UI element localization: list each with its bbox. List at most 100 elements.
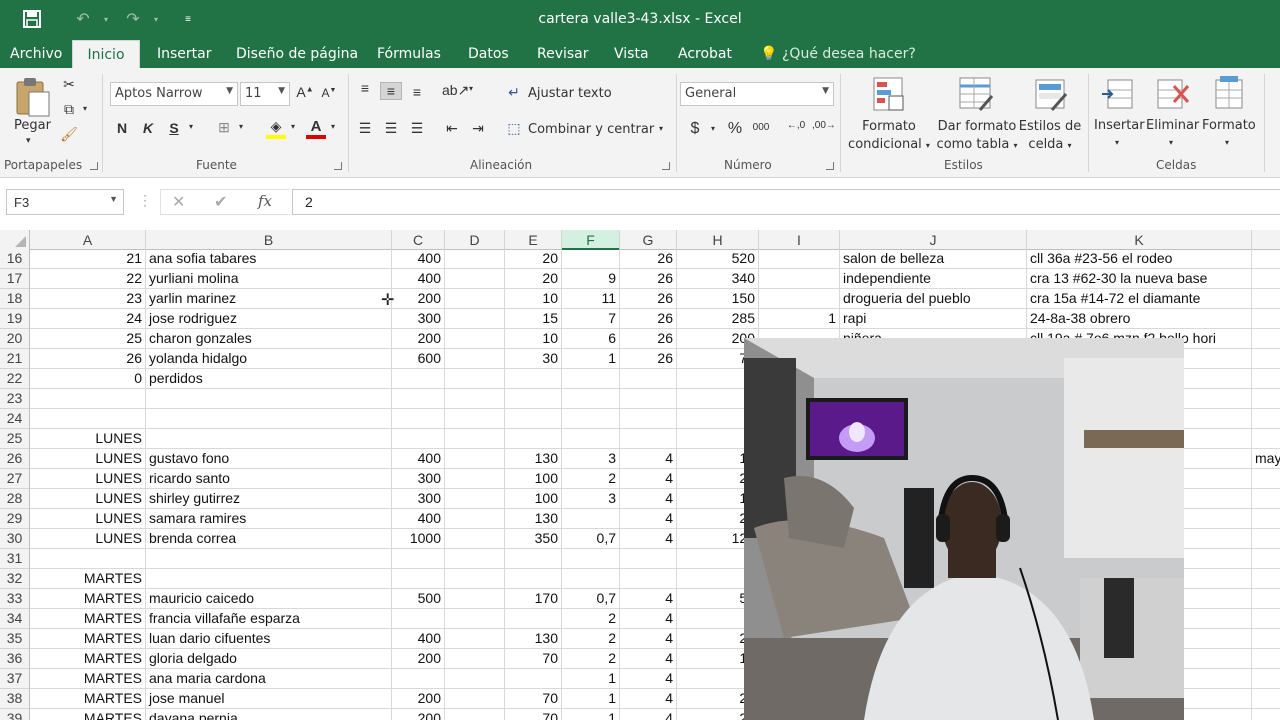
cell-e36[interactable]: 70 [505, 649, 562, 669]
cell-a25[interactable]: LUNES [30, 429, 146, 449]
row-header[interactable]: 31 [0, 549, 30, 569]
cell-i17[interactable] [759, 269, 840, 289]
cell-j17[interactable]: independiente [840, 269, 1027, 289]
column-header-j[interactable]: J [840, 230, 1027, 250]
cell-c22[interactable] [392, 369, 445, 389]
cell-d26[interactable] [445, 449, 505, 469]
cell-f26[interactable]: 3 [562, 449, 620, 469]
cell-c21[interactable]: 600 [392, 349, 445, 369]
cell-d37[interactable] [445, 669, 505, 689]
row-header[interactable]: 25 [0, 429, 30, 449]
row-header[interactable]: 34 [0, 609, 30, 629]
cell-c30[interactable]: 1000 [392, 529, 445, 549]
cell-g34[interactable]: 4 [620, 609, 677, 629]
cell-i16[interactable] [759, 249, 840, 269]
cell-a19[interactable]: 24 [30, 309, 146, 329]
cell-b28[interactable]: shirley gutirrez [146, 489, 392, 509]
tab-vista[interactable]: Vista [614, 40, 649, 68]
cell-l20[interactable] [1252, 329, 1280, 349]
tab-formulas[interactable]: Fórmulas [377, 40, 441, 68]
cell-b35[interactable]: luan dario cifuentes [146, 629, 392, 649]
cell-g20[interactable]: 26 [620, 329, 677, 349]
row-header[interactable]: 21 [0, 349, 30, 369]
cell-c18[interactable]: 200 [392, 289, 445, 309]
align-middle-icon[interactable]: ≡ [380, 82, 402, 100]
cell-f33[interactable]: 0,7 [562, 589, 620, 609]
cell-l31[interactable] [1252, 549, 1280, 569]
cell-b37[interactable]: ana maria cardona [146, 669, 392, 689]
bold-button[interactable]: N [114, 120, 130, 136]
cell-a34[interactable]: MARTES [30, 609, 146, 629]
column-header-c[interactable]: C [392, 230, 445, 250]
orientation-icon[interactable]: ab↗ [442, 82, 469, 99]
cell-g36[interactable]: 4 [620, 649, 677, 669]
column-header-h[interactable]: H [677, 230, 759, 250]
cell-l34[interactable] [1252, 609, 1280, 629]
row-header[interactable]: 32 [0, 569, 30, 589]
cell-d21[interactable] [445, 349, 505, 369]
tab-insertar[interactable]: Insertar [157, 40, 212, 68]
cell-l24[interactable] [1252, 409, 1280, 429]
cell-l36[interactable] [1252, 649, 1280, 669]
paste-button[interactable]: Pegar [14, 118, 51, 133]
clipboard-launcher-icon[interactable] [90, 162, 98, 170]
cell-e17[interactable]: 20 [505, 269, 562, 289]
cell-g16[interactable]: 26 [620, 249, 677, 269]
column-header-d[interactable]: D [445, 230, 505, 250]
cell-d20[interactable] [445, 329, 505, 349]
row-header[interactable]: 33 [0, 589, 30, 609]
cell-l22[interactable] [1252, 369, 1280, 389]
cell-e22[interactable] [505, 369, 562, 389]
row-header[interactable]: 23 [0, 389, 30, 409]
cell-b20[interactable]: charon gonzales [146, 329, 392, 349]
cell-g25[interactable] [620, 429, 677, 449]
orientation-dropdown-icon[interactable]: ▾ [466, 84, 476, 93]
row-header[interactable]: 24 [0, 409, 30, 429]
cell-f34[interactable]: 2 [562, 609, 620, 629]
cell-b38[interactable]: jose manuel [146, 689, 392, 709]
cell-f28[interactable]: 3 [562, 489, 620, 509]
cell-d22[interactable] [445, 369, 505, 389]
row-header[interactable]: 36 [0, 649, 30, 669]
row-header[interactable]: 18 [0, 289, 30, 309]
tab-acrobat[interactable]: Acrobat [678, 40, 732, 68]
cell-f36[interactable]: 2 [562, 649, 620, 669]
thousands-icon[interactable]: 000 [750, 122, 772, 133]
cell-d32[interactable] [445, 569, 505, 589]
cell-k17[interactable]: cra 13 #62-30 la nueva base [1027, 269, 1252, 289]
cell-a23[interactable] [30, 389, 146, 409]
merge-dropdown-icon[interactable]: ▾ [656, 124, 666, 133]
font-color-icon[interactable]: A [306, 118, 326, 140]
cell-f39[interactable]: 1 [562, 709, 620, 720]
row-header[interactable]: 19 [0, 309, 30, 329]
cell-l39[interactable] [1252, 709, 1280, 720]
cell-styles-icon[interactable] [1034, 76, 1068, 112]
cell-c20[interactable]: 200 [392, 329, 445, 349]
cell-g28[interactable]: 4 [620, 489, 677, 509]
increase-font-icon[interactable]: A▲ [296, 84, 314, 100]
formula-input[interactable]: 2 [292, 189, 1280, 215]
row-header[interactable]: 27 [0, 469, 30, 489]
cell-c32[interactable] [392, 569, 445, 589]
cell-b29[interactable]: samara ramires [146, 509, 392, 529]
row-header[interactable]: 38 [0, 689, 30, 709]
cell-c19[interactable]: 300 [392, 309, 445, 329]
enter-icon[interactable]: ✔ [214, 192, 227, 212]
cell-e20[interactable]: 10 [505, 329, 562, 349]
cell-g38[interactable]: 4 [620, 689, 677, 709]
font-launcher-icon[interactable] [334, 162, 342, 170]
cell-c26[interactable]: 400 [392, 449, 445, 469]
cell-l27[interactable] [1252, 469, 1280, 489]
align-left-icon[interactable]: ☰ [356, 120, 374, 137]
column-header-partial[interactable] [1252, 230, 1280, 250]
cell-e25[interactable] [505, 429, 562, 449]
cell-c31[interactable] [392, 549, 445, 569]
underline-button[interactable]: S [166, 120, 182, 136]
cell-d29[interactable] [445, 509, 505, 529]
cell-f22[interactable] [562, 369, 620, 389]
cell-f38[interactable]: 1 [562, 689, 620, 709]
tab-diseno-pagina[interactable]: Diseño de página [236, 40, 358, 68]
cell-d36[interactable] [445, 649, 505, 669]
cell-g22[interactable] [620, 369, 677, 389]
cell-b33[interactable]: mauricio caicedo [146, 589, 392, 609]
